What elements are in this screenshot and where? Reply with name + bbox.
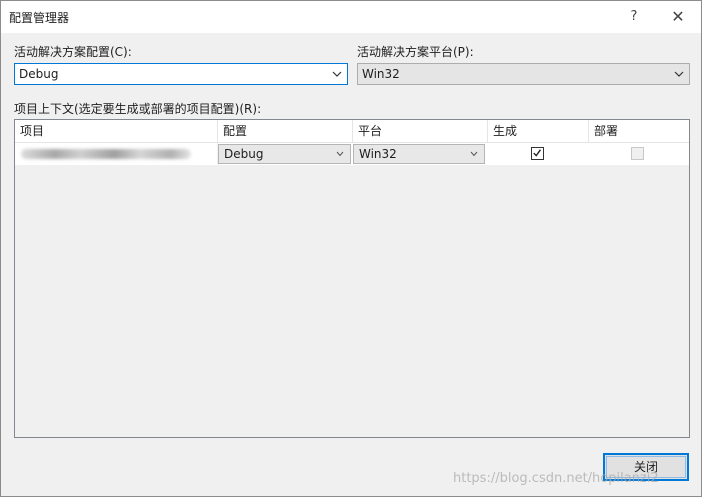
build-checkbox[interactable] bbox=[531, 147, 544, 160]
project-context-grid: 项目 配置 平台 生成 部署 Debug Win32 bbox=[14, 119, 690, 438]
checkmark-icon bbox=[533, 149, 542, 157]
row-platform-value: Win32 bbox=[359, 147, 397, 161]
watermark: https://blog.csdn.net/hopilanzi2 bbox=[453, 471, 659, 486]
configuration-manager-dialog: 配置管理器 ? ✕ 活动解决方案配置(C): Debug 活动解决方案平台(P)… bbox=[0, 0, 702, 497]
chevron-down-icon bbox=[332, 71, 342, 77]
chevron-down-icon bbox=[470, 151, 478, 157]
active-platform-label: 活动解决方案平台(P): bbox=[357, 45, 474, 59]
project-context-label: 项目上下文(选定要生成或部署的项目配置)(R): bbox=[14, 102, 262, 116]
row-config-value: Debug bbox=[224, 147, 264, 161]
project-name-cell bbox=[15, 143, 218, 165]
column-header-config: 配置 bbox=[218, 120, 353, 142]
deploy-checkbox bbox=[631, 147, 644, 160]
column-header-build: 生成 bbox=[488, 120, 589, 142]
active-platform-value: Win32 bbox=[362, 67, 400, 81]
column-header-project: 项目 bbox=[15, 120, 218, 142]
active-config-dropdown[interactable]: Debug bbox=[14, 63, 348, 85]
row-platform-dropdown[interactable]: Win32 bbox=[353, 144, 485, 164]
column-header-platform: 平台 bbox=[353, 120, 488, 142]
active-platform-dropdown[interactable]: Win32 bbox=[357, 63, 690, 85]
table-row: Debug Win32 bbox=[15, 143, 689, 165]
chevron-down-icon bbox=[336, 151, 344, 157]
column-header-deploy: 部署 bbox=[594, 124, 619, 138]
grid-header: 项目 配置 平台 生成 部署 bbox=[15, 120, 689, 143]
active-config-value: Debug bbox=[19, 67, 59, 81]
close-window-button[interactable]: ✕ bbox=[655, 1, 701, 33]
row-config-dropdown[interactable]: Debug bbox=[218, 144, 351, 164]
project-name-blurred bbox=[21, 149, 191, 159]
title-bar: 配置管理器 ? ✕ bbox=[1, 1, 701, 33]
chevron-down-icon bbox=[674, 71, 684, 77]
help-button[interactable]: ? bbox=[611, 1, 657, 33]
active-config-label: 活动解决方案配置(C): bbox=[14, 45, 132, 59]
window-title: 配置管理器 bbox=[9, 11, 70, 25]
